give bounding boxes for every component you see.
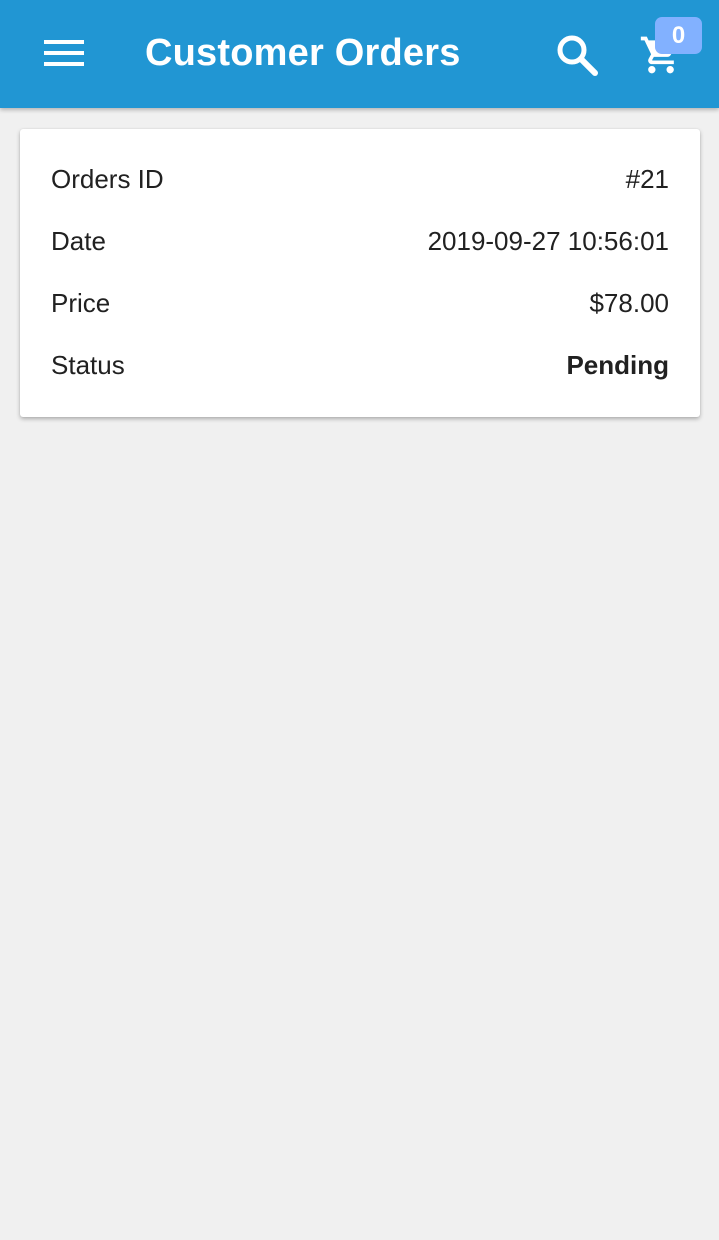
order-price-value: $78.00 [589, 287, 669, 318]
order-status-value: Pending [566, 349, 669, 380]
page-title: Customer Orders [145, 32, 461, 74]
order-id-label: Orders ID [51, 163, 164, 194]
app-bar: Customer Orders 0 [0, 0, 719, 108]
order-id-value: #21 [625, 163, 669, 194]
order-price-row: Price $78.00 [51, 272, 669, 334]
menu-button[interactable] [30, 24, 98, 82]
cart-count-badge: 0 [655, 17, 702, 54]
search-button[interactable] [546, 24, 608, 86]
order-status-label: Status [51, 349, 125, 380]
order-card[interactable]: Orders ID #21 Date 2019-09-27 10:56:01 P… [20, 129, 700, 417]
order-date-label: Date [51, 225, 106, 256]
order-price-label: Price [51, 287, 111, 318]
order-id-row: Orders ID #21 [51, 148, 669, 210]
order-date-value: 2019-09-27 10:56:01 [427, 225, 669, 256]
order-date-row: Date 2019-09-27 10:56:01 [51, 210, 669, 272]
order-status-row: Status Pending [51, 334, 669, 396]
search-icon [557, 35, 598, 76]
hamburger-menu-icon [44, 40, 84, 66]
